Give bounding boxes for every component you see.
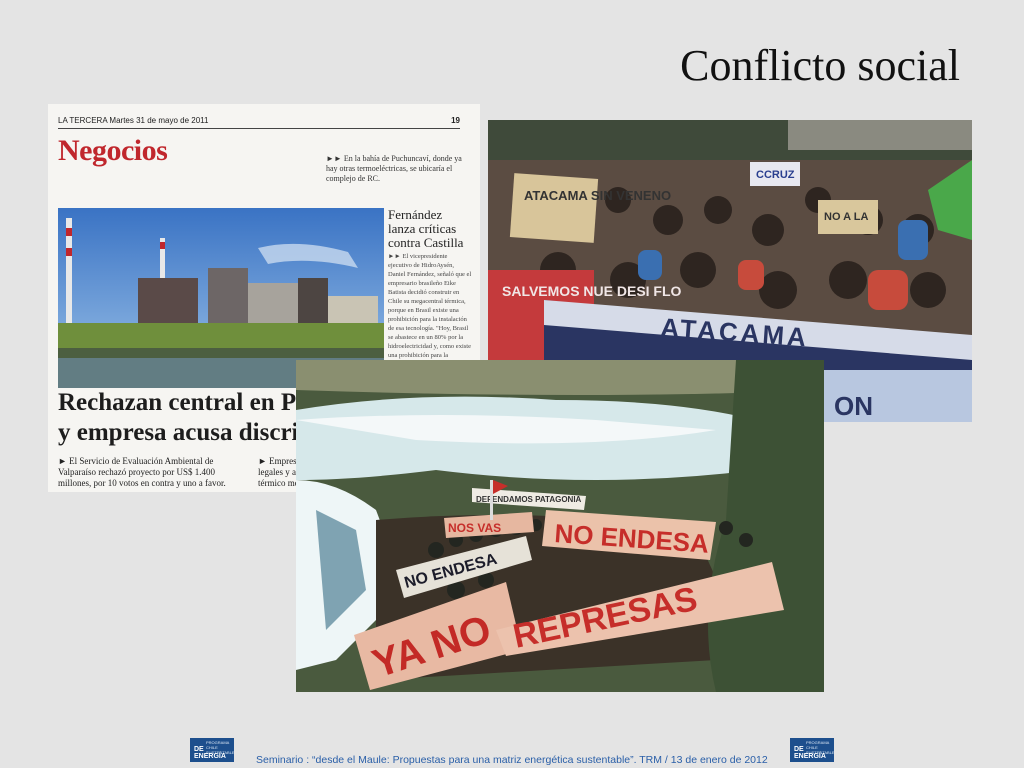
page-number: 19 <box>451 116 460 125</box>
sign-no-a-la: NO A LA <box>824 211 868 223</box>
sign-ccruz: CCRUZ <box>756 169 795 181</box>
slide-title: Conflicto social <box>680 41 960 90</box>
deck-left: ► El Servicio de Evaluación Ambiental de… <box>58 456 226 488</box>
side-headline: Fernández lanza críticas contra Castilla <box>388 207 464 250</box>
slide-footer: PROGRAMA CHILE SUSTENTABLE DE ENERGÍA Se… <box>0 738 1024 768</box>
footer-logo-left: PROGRAMA CHILE SUSTENTABLE DE ENERGÍA <box>190 738 235 762</box>
newspaper-masthead: LA TERCERA Martes 31 de mayo de 2011 19 <box>58 116 460 129</box>
section-title: Negocios <box>58 134 168 167</box>
masthead-text: LA TERCERA Martes 31 de mayo de 2011 <box>58 116 209 125</box>
footer-logo-right: PROGRAMA CHILE SUSTENTABLE DE ENERGÍA <box>790 738 835 762</box>
banner-on: ON <box>834 391 873 421</box>
logo-bottom-text: DE ENERGÍA <box>194 746 226 760</box>
river-protest-photo: YA NO REPRESAS NO ENDESA NO ENDESA NOS V… <box>296 360 824 692</box>
sign-atacama-sin-veneno: ATACAMA SIN VENENO <box>524 188 671 203</box>
photo-caption: ►► En la bahía de Puchuncaví, donde ya h… <box>326 154 462 183</box>
logo-bottom-text-right: DE ENERGÍA <box>794 746 826 760</box>
sign-salvemos: SALVEMOS NUE DESI FLO <box>502 283 682 299</box>
footer-text: Seminario : “desde el Maule: Propuestas … <box>256 754 768 766</box>
banner-nos-vas: NOS VAS <box>448 521 501 535</box>
